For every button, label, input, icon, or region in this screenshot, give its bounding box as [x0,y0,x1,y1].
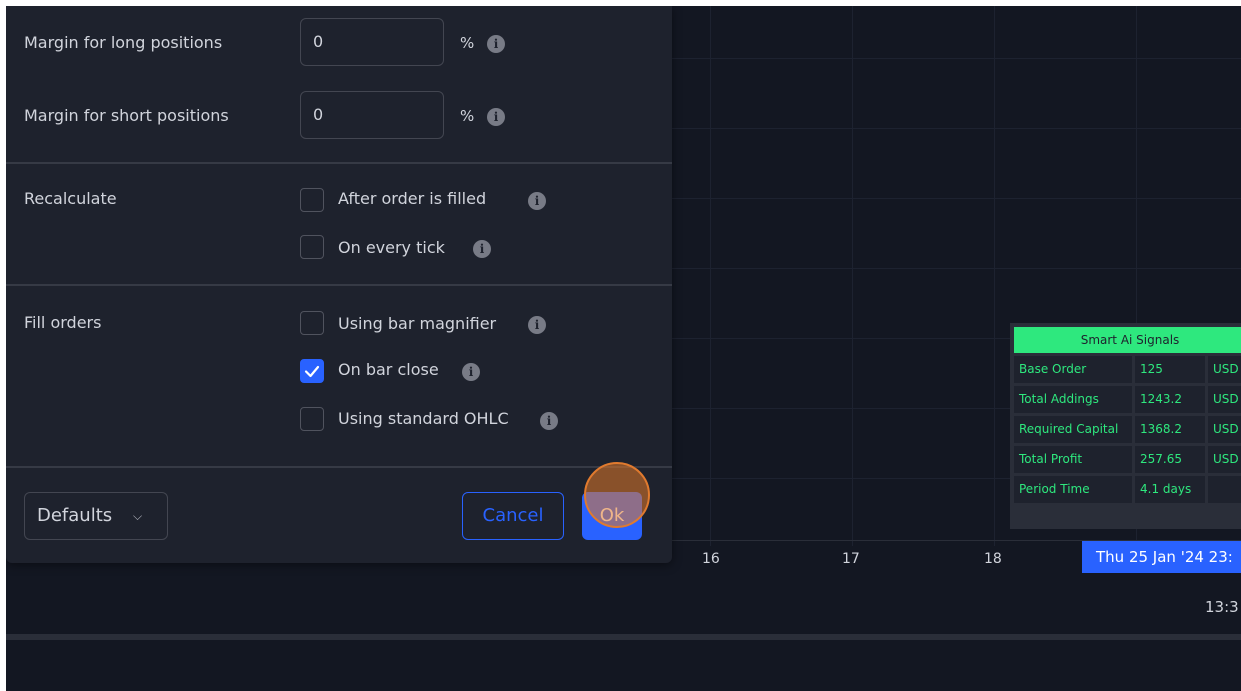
info-icon[interactable]: i [528,316,546,334]
defaults-dropdown[interactable]: Defaults ⌵ [24,492,168,540]
signals-cell-unit: USD [1208,446,1241,473]
x-tick-label: 16 [702,551,720,567]
signals-cell-value: 1368.2 [1135,416,1205,443]
margin-long-label: Margin for long positions [24,33,223,52]
section-divider [6,466,672,468]
signals-cell-unit: USD [1208,386,1241,413]
signals-cell-value: 4.1 days [1135,476,1205,503]
app-frame: 12 13 14 15 16 17 18 Thu 25 Jan '24 23: … [6,6,1241,691]
x-tick-label: 17 [842,551,860,567]
strategy-properties-dialog: Margin for long positions 0 % i Margin f… [6,6,672,563]
defaults-label: Defaults [37,505,113,526]
on-every-tick-checkbox[interactable] [300,235,324,259]
standard-ohlc-checkbox[interactable] [300,407,324,431]
chevron-down-icon: ⌵ [133,509,143,523]
info-icon[interactable]: i [487,35,505,53]
signals-cell-value: 1243.2 [1135,386,1205,413]
signals-cell-label: Total Addings [1014,386,1132,413]
on-every-tick-label[interactable]: On every tick [338,238,445,257]
on-bar-close-label[interactable]: On bar close [338,360,439,379]
fill-orders-label: Fill orders [24,313,102,332]
signals-cell-label: Required Capital [1014,416,1132,443]
crosshair-date-badge: Thu 25 Jan '24 23: [1082,541,1241,573]
info-icon[interactable]: i [462,363,480,381]
signals-cell-label: Total Profit [1014,446,1132,473]
info-icon[interactable]: i [540,412,558,430]
bar-magnifier-checkbox[interactable] [300,311,324,335]
grid-line [994,6,995,546]
bar-magnifier-label[interactable]: Using bar magnifier [338,314,496,333]
signals-cell-unit: USD [1208,416,1241,443]
crosshair-time-label: 13:3 [1205,598,1239,616]
signals-cell-label: Base Order [1014,356,1132,383]
info-icon[interactable]: i [473,240,491,258]
after-order-filled-label[interactable]: After order is filled [338,189,486,208]
margin-short-input[interactable]: 0 [300,91,444,139]
signals-cell-unit: USD [1208,356,1241,383]
smart-ai-signals-table: Smart Ai Signals Base Order 125 USD Tota… [1010,323,1241,529]
standard-ohlc-label[interactable]: Using standard OHLC [338,409,509,428]
grid-line [852,6,853,546]
section-divider [6,162,672,164]
x-tick-label: 18 [984,551,1002,567]
signals-cell-value: 125 [1135,356,1205,383]
signals-cell-label: Period Time [1014,476,1132,503]
margin-long-input[interactable]: 0 [300,18,444,66]
on-bar-close-checkbox[interactable] [300,359,324,383]
grid-line [710,6,711,546]
cancel-button[interactable]: Cancel [462,492,564,540]
signals-table-title: Smart Ai Signals [1014,327,1241,353]
signals-cell-value: 257.65 [1135,446,1205,473]
checkmark-icon [304,365,320,378]
info-icon[interactable]: i [487,108,505,126]
ok-button[interactable]: Ok [582,492,642,540]
section-divider [6,284,672,286]
pane-separator[interactable] [6,634,1241,640]
margin-long-unit: % [460,34,475,52]
margin-short-label: Margin for short positions [24,106,229,125]
after-order-filled-checkbox[interactable] [300,188,324,212]
margin-short-unit: % [460,107,475,125]
recalculate-label: Recalculate [24,189,117,208]
info-icon[interactable]: i [528,192,546,210]
signals-cell-unit [1208,476,1241,503]
